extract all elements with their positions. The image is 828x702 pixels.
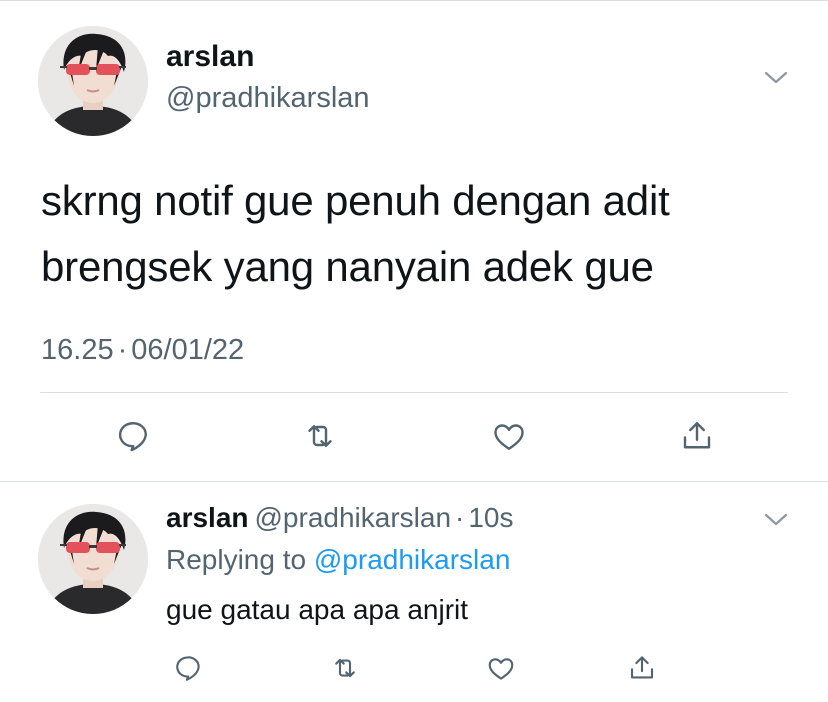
like-icon <box>494 424 524 450</box>
share-button[interactable] <box>675 414 719 458</box>
author-name[interactable]: arslan <box>166 40 254 74</box>
main-tweet: arslan @pradhikarslan skrng notif gue pe… <box>0 0 828 482</box>
retweet-button[interactable] <box>325 648 365 688</box>
avatar[interactable] <box>38 26 148 136</box>
tweet-date: 06/01/22 <box>131 334 245 366</box>
retweet-button[interactable] <box>298 414 342 458</box>
tweet-time-ago[interactable]: 10s <box>468 502 513 533</box>
meta-separator: · <box>117 334 128 366</box>
author-handle[interactable]: @pradhikarslan <box>255 502 452 533</box>
author-handle[interactable]: @pradhikarslan <box>166 82 370 115</box>
avatar-image <box>38 26 148 136</box>
reply-icon <box>118 422 147 452</box>
retweet-icon <box>308 425 332 447</box>
more-options-chevron-down-icon[interactable] <box>761 510 791 530</box>
tweet-timestamp[interactable]: 16.25 · 06/01/22 <box>41 334 244 367</box>
like-icon <box>488 658 514 680</box>
share-icon <box>683 422 711 449</box>
divider <box>40 392 788 393</box>
avatar[interactable] <box>38 504 148 614</box>
like-button[interactable] <box>481 648 521 688</box>
replying-to: Replying to @pradhikarslan <box>166 544 510 576</box>
author-name[interactable]: arslan <box>166 502 249 533</box>
tweet-text: skrng notif gue penuh dengan adit brengs… <box>41 177 670 290</box>
retweet-icon <box>335 658 355 678</box>
avatar-image <box>38 504 148 614</box>
reply-header: arslan @pradhikarslan · 10s <box>166 502 514 534</box>
reply-icon <box>176 656 200 681</box>
more-options-chevron-down-icon[interactable] <box>761 68 791 88</box>
section-divider <box>0 481 828 482</box>
share-button[interactable] <box>622 648 662 688</box>
like-button[interactable] <box>487 414 531 458</box>
reply-button[interactable] <box>111 414 155 458</box>
reply-button[interactable] <box>168 648 208 688</box>
share-icon <box>630 656 654 679</box>
replying-to-handle-link[interactable]: @pradhikarslan <box>314 544 511 575</box>
replying-to-label: Replying to <box>166 544 307 575</box>
meta-separator: · <box>455 502 465 533</box>
reply-text: gue gatau apa apa anjrit <box>166 594 469 625</box>
tweet-time: 16.25 <box>41 334 114 366</box>
